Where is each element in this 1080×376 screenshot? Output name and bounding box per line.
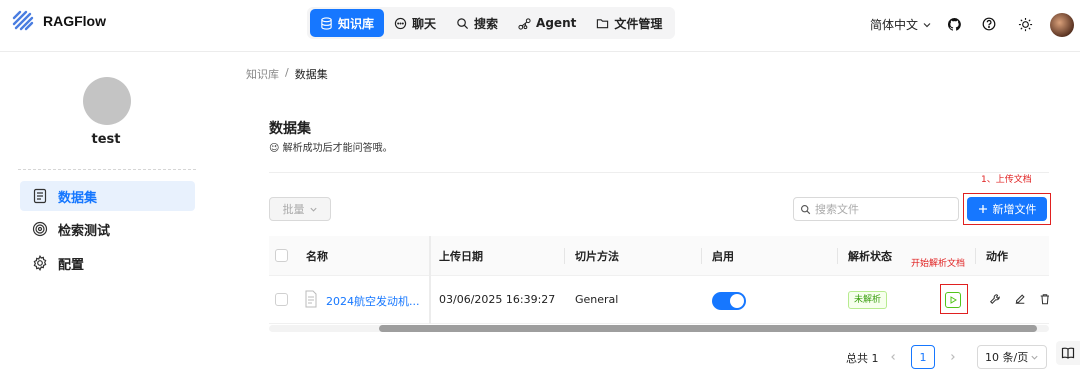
prev-page-button[interactable] bbox=[883, 347, 903, 367]
upload-annotation: 1、上传文档 bbox=[981, 175, 1032, 185]
page-description: 😉 解析成功后才能问答哦。 bbox=[269, 143, 393, 154]
nav-file-management[interactable]: 文件管理 bbox=[586, 9, 672, 37]
row-checkbox[interactable] bbox=[275, 293, 288, 306]
sidebar-item-settings[interactable]: 配置 bbox=[20, 248, 195, 278]
chevron-down-icon bbox=[1031, 355, 1038, 360]
main-nav: 知识库 聊天 搜索 Agent 文件管理 bbox=[307, 7, 676, 39]
help-button[interactable] bbox=[978, 13, 1000, 35]
ragflow-logo-icon bbox=[12, 10, 34, 31]
nav-label: Agent bbox=[536, 16, 577, 30]
add-file-label: 新增文件 bbox=[992, 203, 1037, 216]
chevron-left-icon bbox=[891, 354, 895, 360]
help-circle-icon bbox=[982, 17, 996, 31]
gear-icon bbox=[33, 255, 47, 271]
agent-graph-icon bbox=[518, 17, 531, 30]
column-separator bbox=[975, 248, 976, 264]
document-name-link[interactable]: 2024航空发动机... bbox=[326, 293, 419, 309]
select-all-checkbox[interactable] bbox=[275, 249, 288, 262]
parse-annotation: 开始解析文档 bbox=[911, 259, 966, 269]
column-separator bbox=[564, 248, 565, 264]
page-size-select[interactable]: 10 条/页 bbox=[977, 345, 1047, 369]
dataset-avatar bbox=[83, 77, 131, 125]
scrollbar-thumb[interactable] bbox=[379, 325, 1037, 332]
search-input[interactable] bbox=[815, 202, 945, 216]
content-divider bbox=[269, 172, 1049, 173]
row-actions bbox=[989, 293, 1049, 305]
parse-status-badge: 未解析 bbox=[848, 291, 888, 309]
search-field[interactable] bbox=[793, 197, 959, 221]
github-button[interactable] bbox=[943, 13, 965, 35]
chat-icon bbox=[394, 17, 407, 29]
batch-dropdown-button[interactable]: 批量 bbox=[269, 197, 331, 221]
language-label: 简体中文 bbox=[870, 18, 919, 32]
fixed-column-shadow bbox=[429, 236, 431, 324]
folder-icon bbox=[597, 18, 609, 28]
sun-icon bbox=[1018, 17, 1032, 31]
nav-agent[interactable]: Agent bbox=[508, 9, 586, 37]
file-icon bbox=[305, 290, 317, 308]
top-header: RAGFlow 知识库 聊天 搜索 Agent 文件管理 简体中文 bbox=[0, 0, 1080, 52]
documents-table: 名称 上传日期 切片方法 启用 解析状态 动作 开始解析文档 2024航空发动机… bbox=[269, 236, 1049, 332]
chevron-down-icon bbox=[309, 207, 317, 212]
upload-date-cell: 03/06/2025 16:39:27 bbox=[439, 293, 556, 306]
nav-label: 文件管理 bbox=[614, 16, 663, 31]
next-page-button[interactable] bbox=[943, 347, 963, 367]
database-icon bbox=[321, 16, 332, 30]
sidebar-item-retrieval-test[interactable]: 检索测试 bbox=[20, 214, 195, 244]
language-selector[interactable]: 简体中文 bbox=[870, 16, 932, 33]
column-header-chunk-method[interactable]: 切片方法 bbox=[575, 248, 619, 264]
play-icon bbox=[950, 296, 957, 304]
page-number-button[interactable]: 1 bbox=[911, 345, 935, 369]
sidebar-item-label: 检索测试 bbox=[58, 223, 111, 239]
user-avatar[interactable] bbox=[1050, 13, 1074, 37]
github-icon bbox=[947, 17, 961, 31]
horizontal-scrollbar[interactable] bbox=[269, 325, 1049, 332]
breadcrumb-current: 数据集 bbox=[294, 68, 328, 81]
nav-chat[interactable]: 聊天 bbox=[384, 9, 446, 37]
edit-icon[interactable] bbox=[1014, 293, 1026, 305]
sidebar-item-dataset[interactable]: 数据集 bbox=[20, 181, 195, 211]
plus-icon bbox=[978, 205, 987, 213]
nav-search[interactable]: 搜索 bbox=[446, 9, 508, 37]
book-icon bbox=[1061, 347, 1075, 359]
app-name: RAGFlow bbox=[43, 13, 106, 29]
breadcrumb-separator: / bbox=[285, 66, 289, 79]
breadcrumb-root[interactable]: 知识库 bbox=[246, 66, 279, 82]
nav-label: 搜索 bbox=[474, 16, 499, 31]
page-size-label: 10 条/页 bbox=[985, 351, 1029, 364]
column-separator bbox=[837, 248, 838, 264]
column-header-upload-date[interactable]: 上传日期 bbox=[439, 248, 483, 264]
column-separator bbox=[701, 248, 702, 264]
enable-toggle[interactable] bbox=[712, 292, 746, 310]
batch-label: 批量 bbox=[282, 203, 305, 216]
sidebar-divider bbox=[18, 169, 196, 170]
nav-label: 聊天 bbox=[412, 16, 437, 31]
column-header-parse-status[interactable]: 解析状态 bbox=[848, 248, 892, 264]
theme-toggle-button[interactable] bbox=[1014, 13, 1036, 35]
column-header-enabled[interactable]: 启用 bbox=[712, 248, 734, 264]
sidebar-item-label: 配置 bbox=[58, 257, 85, 273]
column-header-name[interactable]: 名称 bbox=[306, 248, 328, 264]
search-icon bbox=[457, 17, 469, 29]
wrench-icon[interactable] bbox=[989, 293, 1001, 305]
start-parse-button[interactable] bbox=[945, 292, 961, 308]
nav-label: 知识库 bbox=[338, 16, 375, 31]
table-row: 2024航空发动机... 03/06/2025 16:39:27 General… bbox=[269, 276, 1049, 324]
trash-icon[interactable] bbox=[1039, 293, 1049, 305]
sidebar-item-label: 数据集 bbox=[58, 190, 98, 206]
search-icon bbox=[801, 204, 811, 214]
pagination-total: 总共 1 bbox=[846, 352, 879, 365]
target-icon bbox=[32, 221, 48, 237]
docs-button[interactable] bbox=[1056, 341, 1080, 365]
page-title: 数据集 bbox=[269, 121, 311, 137]
dataset-name: test bbox=[91, 132, 121, 147]
nav-knowledge-base[interactable]: 知识库 bbox=[310, 9, 385, 37]
document-icon bbox=[33, 188, 47, 204]
chunk-method-cell[interactable]: General bbox=[575, 293, 618, 306]
chevron-right-icon bbox=[951, 354, 955, 360]
add-file-button[interactable]: 新增文件 bbox=[967, 197, 1047, 221]
chevron-down-icon bbox=[923, 22, 931, 27]
column-header-actions: 动作 bbox=[986, 250, 1008, 263]
breadcrumb: 知识库 / 数据集 bbox=[246, 66, 328, 82]
